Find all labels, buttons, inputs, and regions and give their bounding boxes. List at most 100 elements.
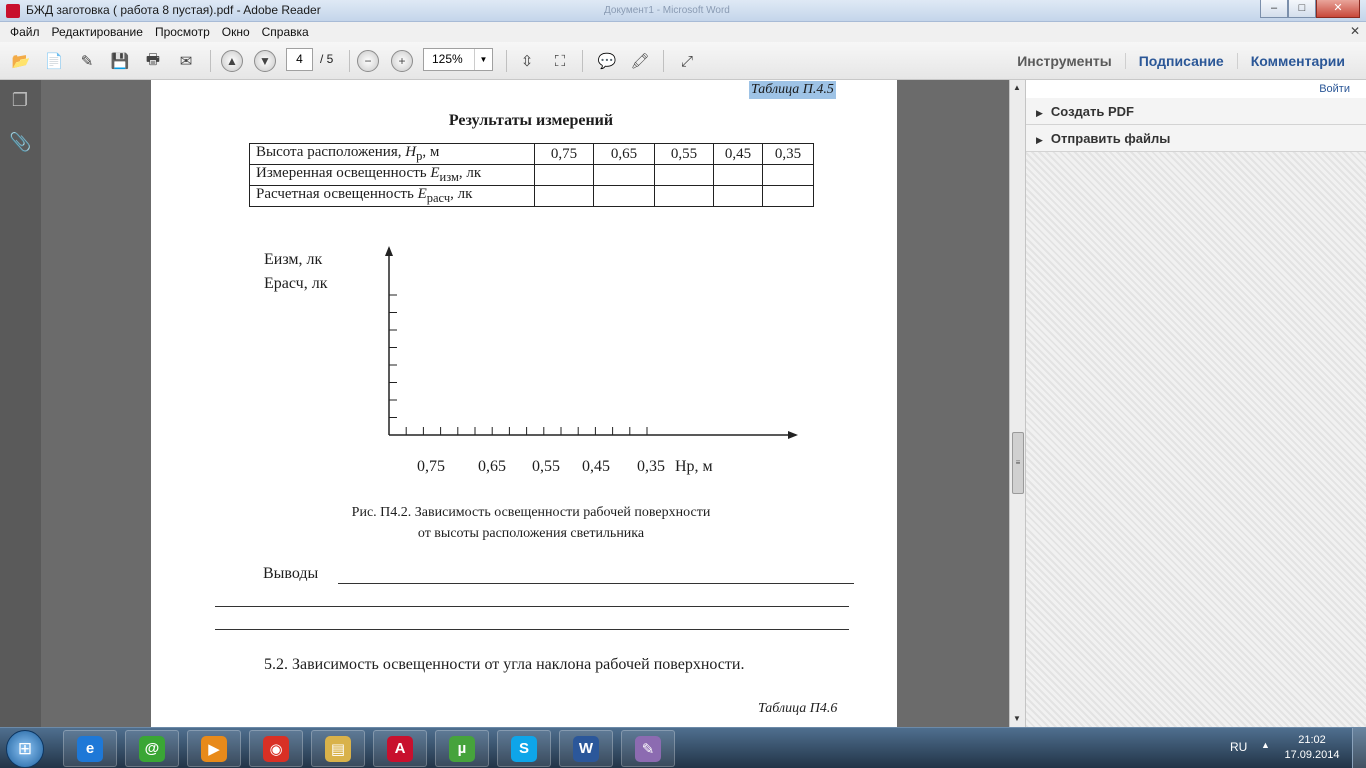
task-links: Инструменты Подписание Комментарии <box>1004 42 1358 80</box>
x-tick-label: 0,45 <box>582 458 610 475</box>
maximize-button[interactable]: □ <box>1288 0 1316 18</box>
zoom-value: 125% <box>432 52 463 66</box>
title-bar: БЖД заготовка ( работа 8 пустая).pdf - A… <box>0 0 1366 22</box>
menu-edit[interactable]: Редактирование <box>46 25 149 39</box>
taskbar-skype[interactable]: S <box>497 730 551 767</box>
clock-time: 21:02 <box>1298 734 1326 746</box>
next-table-reference: Таблица П4.6 <box>758 701 838 716</box>
x-tick-label: 0,35 <box>637 458 665 475</box>
comments-link[interactable]: Комментарии <box>1236 53 1358 69</box>
page-number-input[interactable]: 4 <box>286 48 313 71</box>
explorer-icon: ▤ <box>325 735 351 762</box>
section-heading: 5.2. Зависимость освещенности от угла на… <box>264 656 745 673</box>
x-tick-label: 0,55 <box>532 458 560 475</box>
zoom-select[interactable]: 125% ▼ <box>423 48 493 71</box>
save-icon[interactable]: 💾 <box>109 50 131 72</box>
highlight-icon[interactable]: 🖍 <box>629 50 651 72</box>
x-axis-arrow <box>788 431 798 439</box>
menu-bar: Файл Редактирование Просмотр Окно Справк… <box>0 22 1366 42</box>
tools-pane: Войти ▶ Создать PDF ▶ Отправить файлы <box>1025 80 1366 727</box>
document-viewport[interactable]: Таблица П.4.5 Результаты измерений Высот… <box>41 80 1009 727</box>
page-up-icon[interactable]: ▲ <box>221 50 243 72</box>
attachments-icon[interactable]: 📎 <box>9 132 31 154</box>
edit-icon[interactable]: ✎ <box>76 50 98 72</box>
menu-file[interactable]: Файл <box>4 25 46 39</box>
internet-explorer-icon: e <box>77 735 103 762</box>
caption-line: от высоты расположения светильника <box>417 526 645 541</box>
panel-label: Создать PDF <box>1050 104 1134 119</box>
scroll-down-icon[interactable]: ▼ <box>1013 714 1021 723</box>
page-thumbnails-icon[interactable]: ❐ <box>9 90 31 112</box>
answer-line <box>215 629 849 630</box>
close-button[interactable]: ✕ <box>1316 0 1360 18</box>
background-window-title: Документ1 - Microsoft Word <box>604 5 730 16</box>
chrome-icon: ◉ <box>263 735 289 762</box>
x-tick-label: 0,75 <box>417 458 445 475</box>
page-total: / 5 <box>320 52 334 66</box>
taskbar-word[interactable]: W <box>559 730 613 767</box>
expand-arrow-icon: ▶ <box>1036 135 1043 145</box>
empty-chart-axes <box>385 246 798 439</box>
window-title: БЖД заготовка ( работа 8 пустая).pdf - A… <box>26 3 321 17</box>
fullscreen-icon[interactable]: ⤢ <box>676 50 698 72</box>
toolbar-separator <box>210 50 211 72</box>
toolbar-separator <box>349 50 350 72</box>
utorrent-icon: µ <box>449 735 475 762</box>
tools-link[interactable]: Инструменты <box>1004 53 1125 69</box>
clock-date: 17.09.2014 <box>1284 749 1340 761</box>
start-button[interactable]: ⊞ <box>6 730 44 768</box>
sign-link[interactable]: Подписание <box>1124 53 1237 69</box>
toolbar-separator <box>663 50 664 72</box>
toolbar-separator <box>506 50 507 72</box>
x-tick-label: 0,65 <box>478 458 506 475</box>
show-hidden-icons-button[interactable]: ▲ <box>1261 740 1270 750</box>
clock[interactable]: 21:02 17.09.2014 <box>1282 733 1342 763</box>
close-document-button[interactable]: ✕ <box>1350 24 1360 38</box>
icq-icon: @ <box>139 735 165 762</box>
taskbar-adobe-reader[interactable]: A <box>373 730 427 767</box>
paint-icon: ✎ <box>635 735 661 762</box>
taskbar-internet-explorer[interactable]: e <box>63 730 117 767</box>
taskbar-media-player[interactable]: ▶ <box>187 730 241 767</box>
zoom-in-icon[interactable]: + <box>391 50 413 72</box>
zoom-out-icon[interactable]: − <box>357 50 379 72</box>
taskbar-chrome[interactable]: ◉ <box>249 730 303 767</box>
email-icon[interactable]: ✉ <box>175 50 197 72</box>
menu-view[interactable]: Просмотр <box>149 25 216 39</box>
menu-window[interactable]: Окно <box>216 25 256 39</box>
taskbar-icq[interactable]: @ <box>125 730 179 767</box>
fit-width-icon[interactable]: ⇳ <box>516 50 538 72</box>
adobe-reader-icon <box>6 4 20 18</box>
print-icon[interactable]: 🖶 <box>142 50 164 72</box>
menu-help[interactable]: Справка <box>256 25 315 39</box>
scrollbar-thumb[interactable]: ≡ <box>1012 432 1024 494</box>
signin-link[interactable]: Войти <box>1319 83 1350 95</box>
skype-icon: S <box>511 735 537 762</box>
taskbar: ⊞ e @ ▶ ◉ ▤ Aµ S W ✎ <box>0 727 1366 768</box>
open-icon[interactable]: 📂 <box>10 50 32 72</box>
scroll-up-icon[interactable]: ▲ <box>1013 83 1021 92</box>
taskbar-explorer[interactable]: ▤ <box>311 730 365 767</box>
y-axis-arrow <box>385 246 393 256</box>
taskbar-paint[interactable]: ✎ <box>621 730 675 767</box>
toolbar-separator <box>582 50 583 72</box>
answer-line <box>338 583 854 584</box>
fit-page-icon[interactable]: ⛶ <box>549 50 571 72</box>
media-player-icon: ▶ <box>201 735 227 762</box>
vertical-scrollbar[interactable]: ▲ ≡ ▼ <box>1009 80 1025 727</box>
panel-label: Отправить файлы <box>1050 131 1171 146</box>
minimize-button[interactable]: – <box>1260 0 1288 18</box>
show-desktop-button[interactable] <box>1352 728 1366 768</box>
figure-caption: Рис. П4.2. Зависимость освещенности рабо… <box>151 502 911 544</box>
expand-arrow-icon: ▶ <box>1036 108 1043 118</box>
page-down-icon[interactable]: ▼ <box>254 50 276 72</box>
taskbar-utorrent[interactable]: µ <box>435 730 489 767</box>
create-pdf-panel[interactable]: ▶ Создать PDF <box>1026 98 1366 125</box>
conclusions-label: Выводы <box>263 565 319 582</box>
send-files-panel[interactable]: ▶ Отправить файлы <box>1026 125 1366 152</box>
comment-icon[interactable]: 💬 <box>596 50 618 72</box>
language-indicator[interactable]: RU <box>1230 740 1247 754</box>
create-pdf-icon[interactable]: 📄 <box>43 50 65 72</box>
pdf-page: Таблица П.4.5 Результаты измерений Высот… <box>151 80 897 727</box>
chevron-down-icon[interactable]: ▼ <box>474 49 492 70</box>
